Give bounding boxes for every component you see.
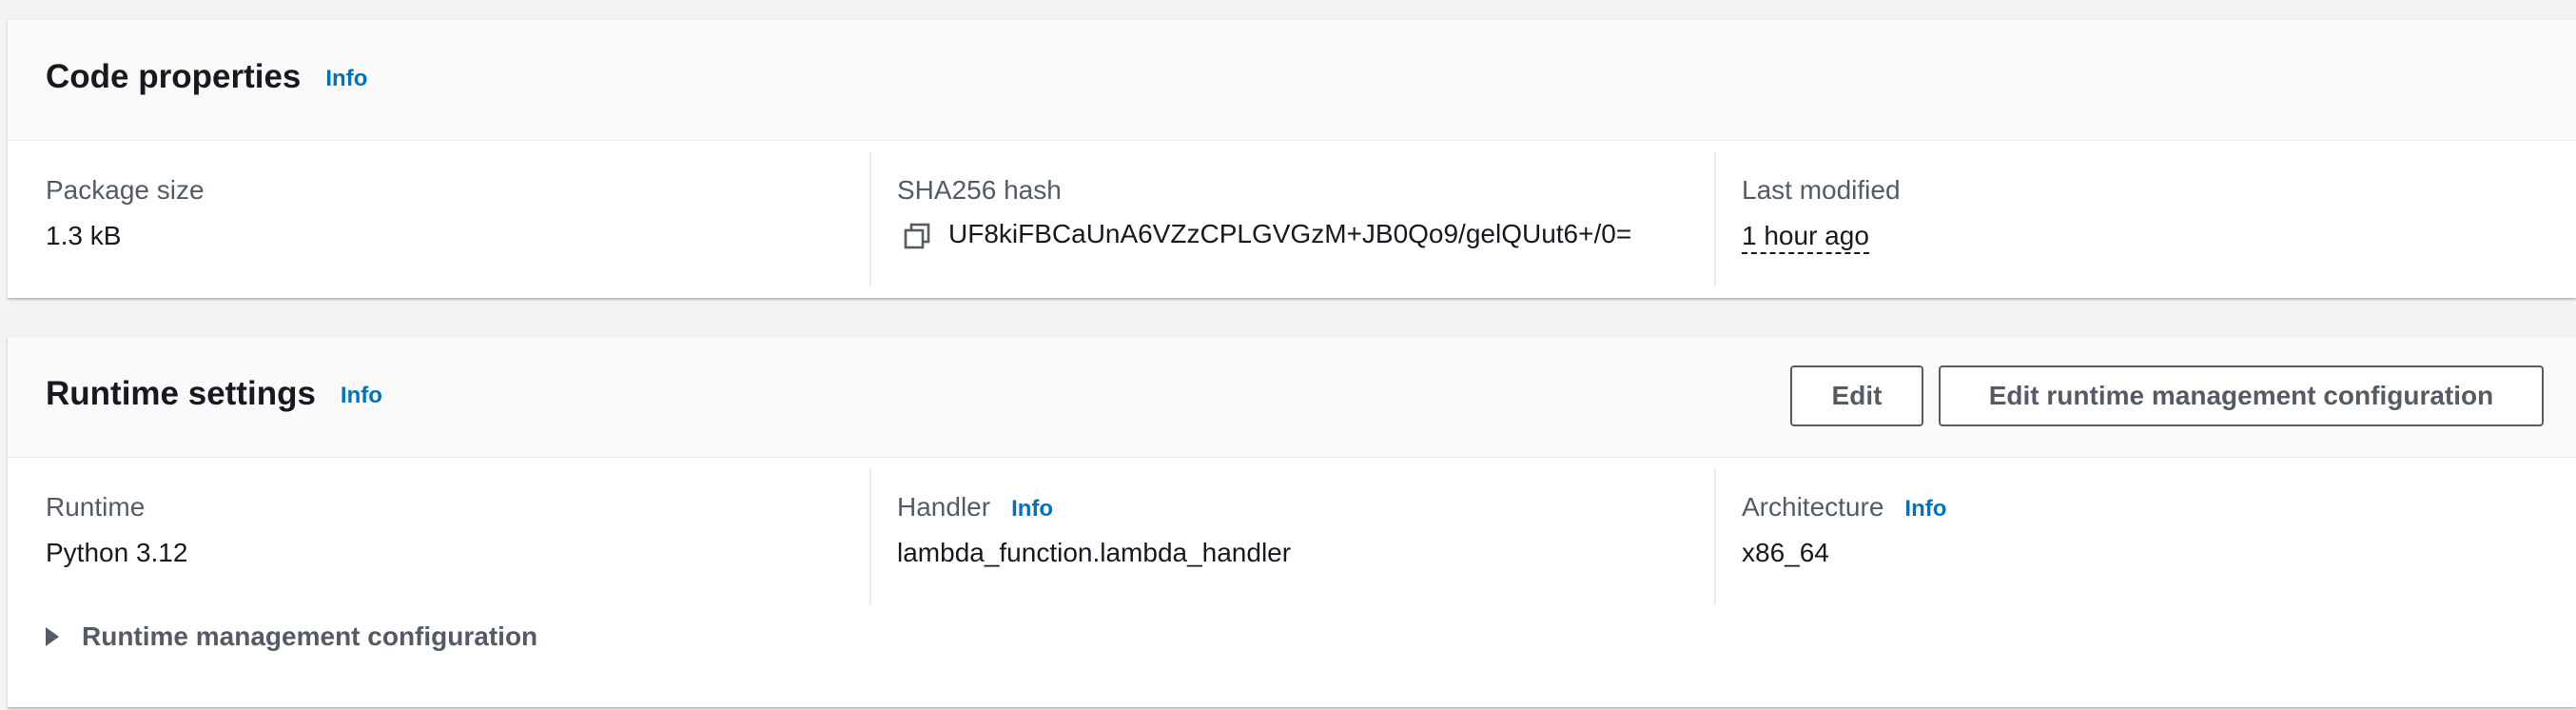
runtime-settings-panel: Runtime settings Info Edit Edit runtime m… — [8, 336, 2576, 707]
handler-label: Handler — [897, 492, 991, 522]
package-size-value: 1.3 kB — [46, 221, 122, 250]
architecture-column: Architecture Info x86_64 — [1716, 458, 2576, 601]
runtime-settings-info-link[interactable]: Info — [341, 383, 382, 408]
runtime-value: Python 3.12 — [46, 538, 188, 567]
architecture-label-row: Architecture Info — [1742, 492, 1946, 523]
panel-title: Runtime settings Info — [46, 375, 382, 413]
code-properties-panel: Code properties Info Package size 1.3 kB … — [8, 19, 2576, 298]
edit-button[interactable]: Edit — [1790, 365, 1923, 426]
last-modified-column: Last modified 1 hour ago — [1716, 141, 2576, 298]
runtime-management-expander-label: Runtime management configuration — [82, 621, 538, 651]
sha256-column: SHA256 hash UF8kiFBCaUnA6VZzCPLGVGzM+JB0… — [871, 141, 1716, 298]
architecture-value: x86_64 — [1742, 538, 1829, 567]
page: Code properties Info Package size 1.3 kB … — [0, 0, 2576, 710]
runtime-settings-title: Runtime settings — [46, 375, 316, 412]
last-modified-value[interactable]: 1 hour ago — [1742, 221, 1869, 254]
handler-column: Handler Info lambda_function.lambda_handl… — [871, 458, 1716, 601]
package-size-column: Package size 1.3 kB — [8, 141, 871, 298]
last-modified-value-wrap: 1 hour ago — [1742, 221, 1869, 254]
runtime-column: Runtime Python 3.12 — [8, 458, 871, 601]
panel-title: Code properties Info — [46, 58, 367, 96]
runtime-settings-body: Runtime Python 3.12 Handler Info lambda_f… — [8, 458, 2576, 707]
last-modified-label: Last modified — [1742, 175, 1901, 205]
sha256-label: SHA256 hash — [897, 175, 1062, 205]
code-properties-header: Code properties Info — [8, 20, 2576, 141]
architecture-label: Architecture — [1742, 492, 1884, 522]
runtime-label: Runtime — [46, 492, 146, 522]
code-properties-body: Package size 1.3 kB SHA256 hash UF8kiFBC… — [8, 141, 2576, 298]
code-properties-info-link[interactable]: Info — [325, 66, 367, 91]
sha256-value-row: UF8kiFBCaUnA6VZzCPLGVGzM+JB0Qo9/gelQUut6… — [903, 219, 1631, 250]
runtime-management-expander[interactable]: Runtime management configuration — [46, 621, 537, 652]
sha256-value: UF8kiFBCaUnA6VZzCPLGVGzM+JB0Qo9/gelQUut6… — [948, 219, 1632, 248]
handler-value: lambda_function.lambda_handler — [897, 538, 1292, 567]
caret-right-icon — [46, 627, 59, 646]
runtime-settings-header: Runtime settings Info Edit Edit runtime m… — [8, 337, 2576, 458]
code-properties-title: Code properties — [46, 58, 302, 95]
package-size-label: Package size — [46, 175, 205, 205]
handler-label-row: Handler Info — [897, 492, 1053, 523]
edit-runtime-management-button[interactable]: Edit runtime management configuration — [1939, 365, 2544, 426]
handler-info-link[interactable]: Info — [1011, 496, 1053, 522]
architecture-info-link[interactable]: Info — [1904, 496, 1946, 522]
copy-icon[interactable] — [903, 222, 931, 250]
